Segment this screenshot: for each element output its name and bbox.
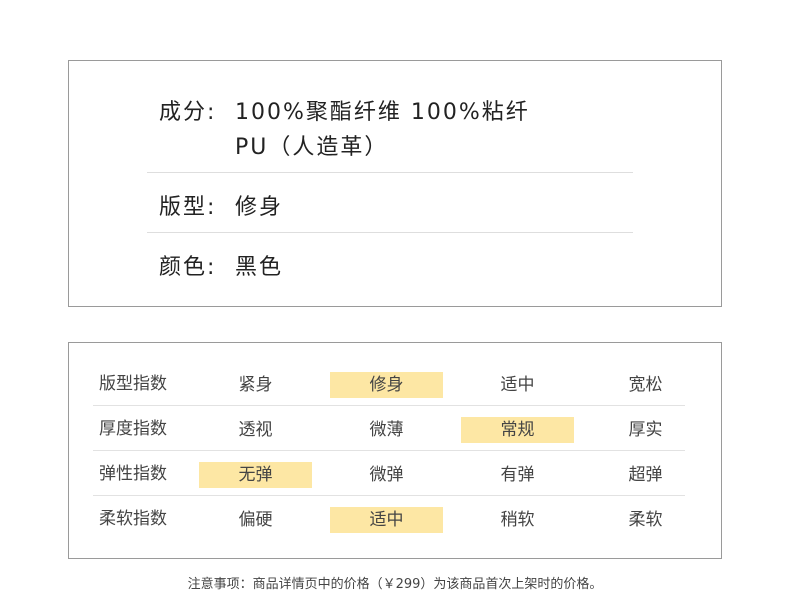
index-label: 弹性指数 (99, 464, 167, 484)
fit-label: 版型: (159, 195, 217, 220)
index-option: 宽松 (628, 375, 663, 395)
index-option: 有弹 (500, 465, 535, 485)
index-option-selected: 无弹 (199, 462, 312, 488)
index-option: 厚实 (628, 420, 663, 440)
index-option: 微薄 (369, 420, 404, 440)
divider (147, 172, 633, 173)
index-option: 紧身 (238, 375, 273, 395)
index-row-thickness: 厚度指数 透视 微薄 常规 厚实 (93, 407, 685, 452)
index-option: 超弹 (628, 465, 663, 485)
index-option-selected: 适中 (330, 507, 443, 533)
index-option: 稍软 (500, 510, 535, 530)
index-option: 适中 (500, 375, 535, 395)
index-option-selected: 常规 (461, 417, 574, 443)
index-row-elasticity: 弹性指数 无弹 微弹 有弹 超弹 (93, 452, 685, 497)
index-option: 偏硬 (238, 510, 273, 530)
price-note: 注意事项：商品详情页中的价格（￥299）为该商品首次上架时的价格。 (187, 577, 603, 592)
composition-label: 成分: (159, 100, 217, 125)
divider (93, 405, 685, 406)
composition-value-line2: PU（人造革） (235, 135, 389, 160)
index-row-softness: 柔软指数 偏硬 适中 稍软 柔软 (93, 497, 685, 542)
composition-value-line1: 100%聚酯纤维 100%粘纤 (235, 100, 530, 125)
product-attributes-panel: 成分: 100%聚酯纤维 100%粘纤 PU（人造革） 版型: 修身 颜色: 黑… (68, 60, 722, 307)
fit-value: 修身 (235, 195, 284, 220)
index-option: 微弹 (369, 465, 404, 485)
size-index-panel: 版型指数 紧身 修身 适中 宽松 厚度指数 透视 微薄 常规 厚实 弹性指数 无… (68, 342, 722, 559)
index-option: 柔软 (628, 510, 663, 530)
divider (93, 450, 685, 451)
color-value: 黑色 (235, 255, 284, 280)
color-label: 颜色: (159, 255, 217, 280)
index-label: 厚度指数 (99, 419, 167, 439)
divider (93, 495, 685, 496)
index-label: 柔软指数 (99, 509, 167, 529)
index-option-selected: 修身 (330, 372, 443, 398)
index-option: 透视 (238, 420, 273, 440)
divider (147, 232, 633, 233)
index-label: 版型指数 (99, 374, 167, 394)
index-row-fit: 版型指数 紧身 修身 适中 宽松 (93, 362, 685, 407)
